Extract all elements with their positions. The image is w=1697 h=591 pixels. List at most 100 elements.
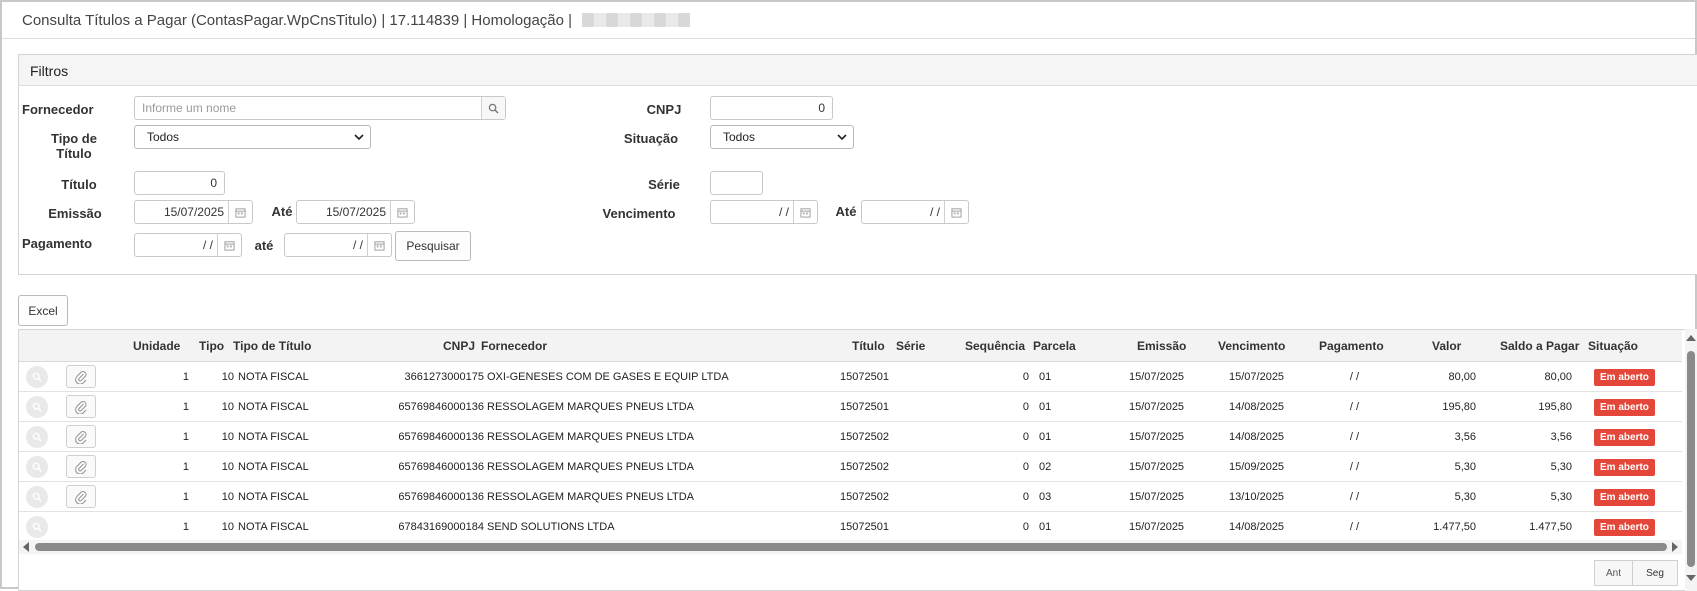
vencimento-ate-calendar-button[interactable] — [944, 201, 968, 223]
vertical-scroll-thumb[interactable] — [1687, 351, 1695, 567]
vencimento-ate-input[interactable]: / / — [861, 200, 969, 224]
col-valor[interactable]: Valor — [1432, 339, 1461, 353]
cell-tipo: 10 — [221, 401, 234, 413]
view-row-button[interactable] — [26, 516, 48, 538]
scroll-up-icon[interactable] — [1686, 335, 1696, 341]
cell-unidade: 1 — [182, 371, 189, 383]
cnpj-label: CNPJ — [646, 102, 682, 117]
table-row[interactable]: 1 10 NOTA FISCAL 65769846000136 RESSOLAGEM M… — [19, 392, 1682, 422]
emissao-de-input[interactable]: 15/07/2025 — [134, 200, 253, 224]
calendar-icon — [374, 240, 385, 251]
table-row[interactable]: 1 10 NOTA FISCAL 67843169000184 SEND SOLUTIO… — [19, 512, 1682, 542]
col-titulo[interactable]: Título — [852, 339, 885, 353]
cell-fornecedor: RESSOLAGEM MARQUES PNEUS LTDA — [487, 491, 695, 503]
pagamento-de-calendar-button[interactable] — [217, 234, 241, 256]
emissao-de-value: 15/07/2025 — [163, 205, 224, 219]
col-unidade[interactable]: Unidade — [133, 339, 180, 353]
cell-fornecedor: SEND SOLUTIONS LTDA — [487, 521, 615, 533]
vertical-scrollbar[interactable] — [1685, 329, 1697, 591]
col-vencimento[interactable]: Vencimento — [1218, 339, 1285, 353]
window-title: Consulta Títulos a Pagar (ContasPagar.Wp… — [22, 11, 573, 29]
fornecedor-search-button[interactable] — [481, 97, 505, 119]
cell-fornecedor: RESSOLAGEM MARQUES PNEUS LTDA — [487, 461, 695, 473]
vencimento-de-input[interactable]: / / — [710, 200, 818, 224]
horizontal-scroll-thumb[interactable] — [35, 543, 1667, 551]
paperclip-icon — [75, 460, 87, 474]
col-fornecedor[interactable]: Fornecedor — [481, 339, 547, 353]
pager-next-button[interactable]: Seg — [1632, 560, 1678, 586]
pesquisar-button[interactable]: Pesquisar — [395, 231, 471, 261]
col-tipo[interactable]: Tipo — [199, 339, 224, 353]
cell-valor: 1.477,50 — [1433, 521, 1476, 533]
cnpj-input[interactable]: 0 — [710, 96, 833, 120]
table-row[interactable]: 1 10 NOTA FISCAL 65769846000136 RESSOLAGEM M… — [19, 482, 1682, 512]
attachment-button[interactable] — [66, 425, 96, 448]
col-serie[interactable]: Série — [896, 339, 925, 353]
filters-header: Filtros — [19, 55, 1697, 86]
table-row[interactable]: 1 10 NOTA FISCAL 65769846000136 RESSOLAGEM M… — [19, 452, 1682, 482]
horizontal-scrollbar[interactable] — [19, 540, 1682, 554]
pagamento-label: Pagamento — [22, 236, 93, 251]
app-window: Consulta Títulos a Pagar (ContasPagar.Wp… — [0, 0, 1697, 591]
col-parcela[interactable]: Parcela — [1033, 339, 1076, 353]
pagamento-de-input[interactable]: / / — [134, 233, 242, 257]
pagamento-ate-input[interactable]: / / — [284, 233, 392, 257]
chevron-down-icon — [354, 134, 364, 141]
cell-emissao: 15/07/2025 — [1129, 461, 1185, 473]
col-sequencia[interactable]: Sequência — [965, 339, 1025, 353]
vencimento-de-calendar-button[interactable] — [793, 201, 817, 223]
situacao-select[interactable]: Todos — [710, 125, 854, 149]
tipo-titulo-select[interactable]: Todos — [134, 125, 371, 149]
cell-cnpj: 3661273000175 — [404, 371, 484, 383]
view-row-button[interactable] — [26, 456, 48, 478]
serie-label: Série — [648, 177, 680, 192]
col-situacao[interactable]: Situação — [1588, 339, 1638, 353]
serie-input[interactable] — [710, 171, 763, 195]
scroll-down-icon[interactable] — [1686, 575, 1696, 581]
col-saldo[interactable]: Saldo a Pagar — [1500, 339, 1579, 353]
emissao-ate-calendar-button[interactable] — [390, 201, 414, 223]
cell-unidade: 1 — [182, 491, 189, 503]
cell-pagamento: / / — [1349, 431, 1359, 443]
cell-tipo: 10 — [221, 461, 234, 473]
emissao-ate-input[interactable]: 15/07/2025 — [296, 200, 415, 224]
cell-titulo: 15072502 — [840, 461, 889, 473]
cell-vencimento: 15/07/2025 — [1229, 371, 1285, 383]
table-row[interactable]: 1 10 NOTA FISCAL 3661273000175 OXI-GENESES C… — [19, 362, 1682, 392]
cell-sequencia: 0 — [1022, 521, 1029, 533]
cell-saldo: 1.477,50 — [1529, 521, 1572, 533]
cell-valor: 5,30 — [1454, 491, 1476, 503]
cell-unidade: 1 — [182, 401, 189, 413]
scroll-right-icon[interactable] — [1672, 542, 1678, 552]
view-row-button[interactable] — [26, 486, 48, 508]
view-row-button[interactable] — [26, 426, 48, 448]
col-pagamento[interactable]: Pagamento — [1319, 339, 1384, 353]
cell-emissao: 15/07/2025 — [1129, 431, 1185, 443]
cell-sequencia: 0 — [1022, 401, 1029, 413]
pager-prev-button[interactable]: Ant — [1594, 560, 1633, 586]
attachment-button[interactable] — [66, 485, 96, 508]
attachment-button[interactable] — [66, 455, 96, 478]
col-tipo-titulo[interactable]: Tipo de Título — [233, 339, 311, 353]
pagamento-ate-value: / / — [352, 238, 363, 252]
view-row-button[interactable] — [26, 366, 48, 388]
cell-vencimento: 14/08/2025 — [1229, 431, 1285, 443]
cell-emissao: 15/07/2025 — [1129, 491, 1185, 503]
fornecedor-input[interactable]: Informe um nome — [134, 96, 506, 120]
cell-fornecedor: OXI-GENESES COM DE GASES E EQUIP LTDA — [487, 371, 729, 383]
titulo-input[interactable]: 0 — [134, 171, 225, 195]
pagamento-ate-calendar-button[interactable] — [367, 234, 391, 256]
col-cnpj[interactable]: CNPJ — [443, 339, 475, 353]
excel-button[interactable]: Excel — [18, 295, 68, 326]
emissao-de-calendar-button[interactable] — [228, 201, 252, 223]
paperclip-icon — [75, 370, 87, 384]
table-row[interactable]: 1 10 NOTA FISCAL 65769846000136 RESSOLAGEM M… — [19, 422, 1682, 452]
view-row-button[interactable] — [26, 396, 48, 418]
col-emissao[interactable]: Emissão — [1137, 339, 1186, 353]
cell-pagamento: / / — [1349, 371, 1359, 383]
emissao-label: Emissão — [48, 206, 102, 221]
attachment-button[interactable] — [66, 365, 96, 388]
cell-valor: 195,80 — [1442, 401, 1476, 413]
attachment-button[interactable] — [66, 395, 96, 418]
scroll-left-icon[interactable] — [23, 542, 29, 552]
